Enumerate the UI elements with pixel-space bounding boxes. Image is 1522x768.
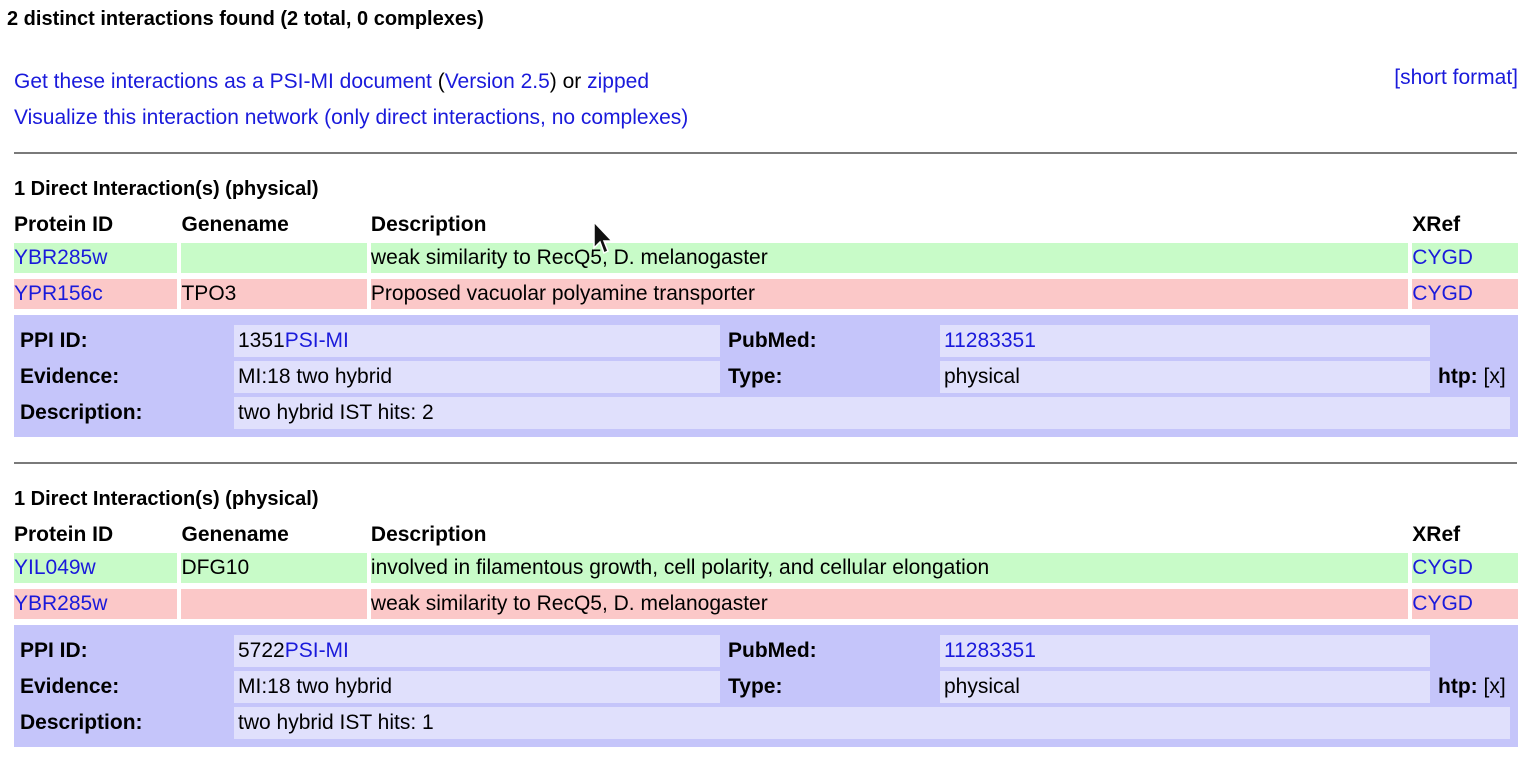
ppi-id-number: 1351: [238, 329, 285, 352]
interaction-block: 1 Direct Interaction(s) (physical) Prote…: [14, 481, 1518, 747]
htp-value: [x]: [1483, 365, 1506, 388]
protein-id-link[interactable]: YBR285w: [14, 246, 107, 269]
pubmed-value: 11283351: [940, 325, 1430, 357]
table-row: YBR285w weak similarity to RecQ5, D. mel…: [14, 243, 1518, 279]
protein-table: Protein ID Genename Description XRef YIL…: [14, 517, 1518, 625]
header-description: Description: [366, 517, 1408, 553]
psi-mi-link[interactable]: PSI-MI: [285, 329, 349, 352]
genename-cell: TPO3: [177, 279, 367, 315]
htp-label: htp:: [1438, 675, 1478, 698]
htp-value: [x]: [1483, 675, 1506, 698]
ppi-id-value: 1351PSI-MI: [234, 325, 720, 357]
evidence-label: Evidence:: [20, 365, 120, 388]
zipped-link[interactable]: zipped: [587, 70, 649, 93]
psi-mi-link[interactable]: PSI-MI: [285, 639, 349, 662]
divider: [14, 152, 1517, 154]
header-xref: XRef: [1408, 517, 1518, 553]
header-genename: Genename: [177, 517, 366, 553]
header-protein-id: Protein ID: [14, 523, 114, 546]
version-close: ) or: [549, 70, 588, 93]
short-format-link[interactable]: [short format]: [1394, 64, 1518, 92]
interaction-title: 1 Direct Interaction(s) (physical): [14, 488, 319, 510]
protein-id-link[interactable]: YPR156c: [14, 282, 103, 305]
htp-field: htp: [x]: [1438, 671, 1506, 703]
psi-export-line: Get these interactions as a PSI-MI docum…: [14, 64, 688, 100]
ppi-details-panel: PPI ID: 5722PSI-MI PubMed: 11283351 Evid…: [14, 625, 1518, 747]
pubmed-link[interactable]: 11283351: [944, 329, 1036, 352]
visualize-network-link[interactable]: Visualize this interaction network (only…: [14, 106, 688, 129]
ppi-details-panel: PPI ID: 1351PSI-MI PubMed: 11283351 Evid…: [14, 315, 1518, 437]
evidence-label: Evidence:: [20, 675, 120, 698]
table-row: YIL049w DFG10 involved in filamentous gr…: [14, 553, 1518, 589]
ppi-id-value: 5722PSI-MI: [234, 635, 720, 667]
genename-cell: DFG10: [177, 553, 367, 589]
description-cell: weak similarity to RecQ5, D. melanogaste…: [366, 243, 1409, 279]
ppi-description-label: Description:: [20, 711, 143, 734]
ppi-description-value: two hybrid IST hits: 1: [234, 707, 1510, 739]
ppi-description-value: two hybrid IST hits: 2: [234, 397, 1510, 429]
genename-cell: [177, 243, 367, 279]
mouse-cursor-icon: [593, 220, 614, 255]
type-value: physical: [940, 361, 1430, 393]
description-cell: Proposed vacuolar polyamine transporter: [366, 279, 1409, 315]
results-summary: 2 distinct interactions found (2 total, …: [7, 8, 484, 30]
xref-link[interactable]: CYGD: [1412, 246, 1473, 269]
type-label: Type:: [728, 365, 783, 388]
header-genename: Genename: [177, 207, 366, 243]
protein-id-link[interactable]: YIL049w: [14, 556, 96, 579]
htp-label: htp:: [1438, 365, 1478, 388]
header-protein-id: Protein ID: [14, 213, 114, 236]
export-links: Get these interactions as a PSI-MI docum…: [14, 64, 688, 136]
ppi-id-label: PPI ID:: [20, 329, 88, 352]
genename-cell: [177, 589, 367, 625]
type-label: Type:: [728, 675, 783, 698]
ppi-id-label: PPI ID:: [20, 639, 88, 662]
pubmed-label: PubMed:: [728, 639, 817, 662]
table-row: YPR156c TPO3 Proposed vacuolar polyamine…: [14, 279, 1518, 315]
xref-link[interactable]: CYGD: [1412, 592, 1473, 615]
ppi-id-number: 5722: [238, 639, 285, 662]
interaction-title: 1 Direct Interaction(s) (physical): [14, 178, 319, 200]
type-value: physical: [940, 671, 1430, 703]
protein-table: Protein ID Genename Description XRef YBR…: [14, 207, 1518, 315]
evidence-value: MI:18 two hybrid: [234, 671, 720, 703]
version-link[interactable]: Version 2.5: [445, 70, 550, 93]
interaction-block: 1 Direct Interaction(s) (physical) Prote…: [14, 171, 1518, 437]
evidence-value: MI:18 two hybrid: [234, 361, 720, 393]
header-description: Description: [366, 207, 1408, 243]
ppi-description-label: Description:: [20, 401, 143, 424]
pubmed-link[interactable]: 11283351: [944, 639, 1036, 662]
description-cell: weak similarity to RecQ5, D. melanogaste…: [366, 589, 1409, 625]
header-xref: XRef: [1408, 207, 1518, 243]
pubmed-value: 11283351: [940, 635, 1430, 667]
table-row: YBR285w weak similarity to RecQ5, D. mel…: [14, 589, 1518, 625]
visualize-line: Visualize this interaction network (only…: [14, 100, 688, 136]
description-cell: involved in filamentous growth, cell pol…: [366, 553, 1409, 589]
divider: [14, 462, 1517, 464]
xref-link[interactable]: CYGD: [1412, 556, 1473, 579]
table-header-row: Protein ID Genename Description XRef: [14, 517, 1518, 553]
psi-mi-download-link[interactable]: Get these interactions as a PSI-MI docum…: [14, 70, 432, 93]
xref-link[interactable]: CYGD: [1412, 282, 1473, 305]
table-header-row: Protein ID Genename Description XRef: [14, 207, 1518, 243]
version-open: (: [431, 70, 445, 93]
pubmed-label: PubMed:: [728, 329, 817, 352]
protein-id-link[interactable]: YBR285w: [14, 592, 107, 615]
htp-field: htp: [x]: [1438, 361, 1506, 393]
